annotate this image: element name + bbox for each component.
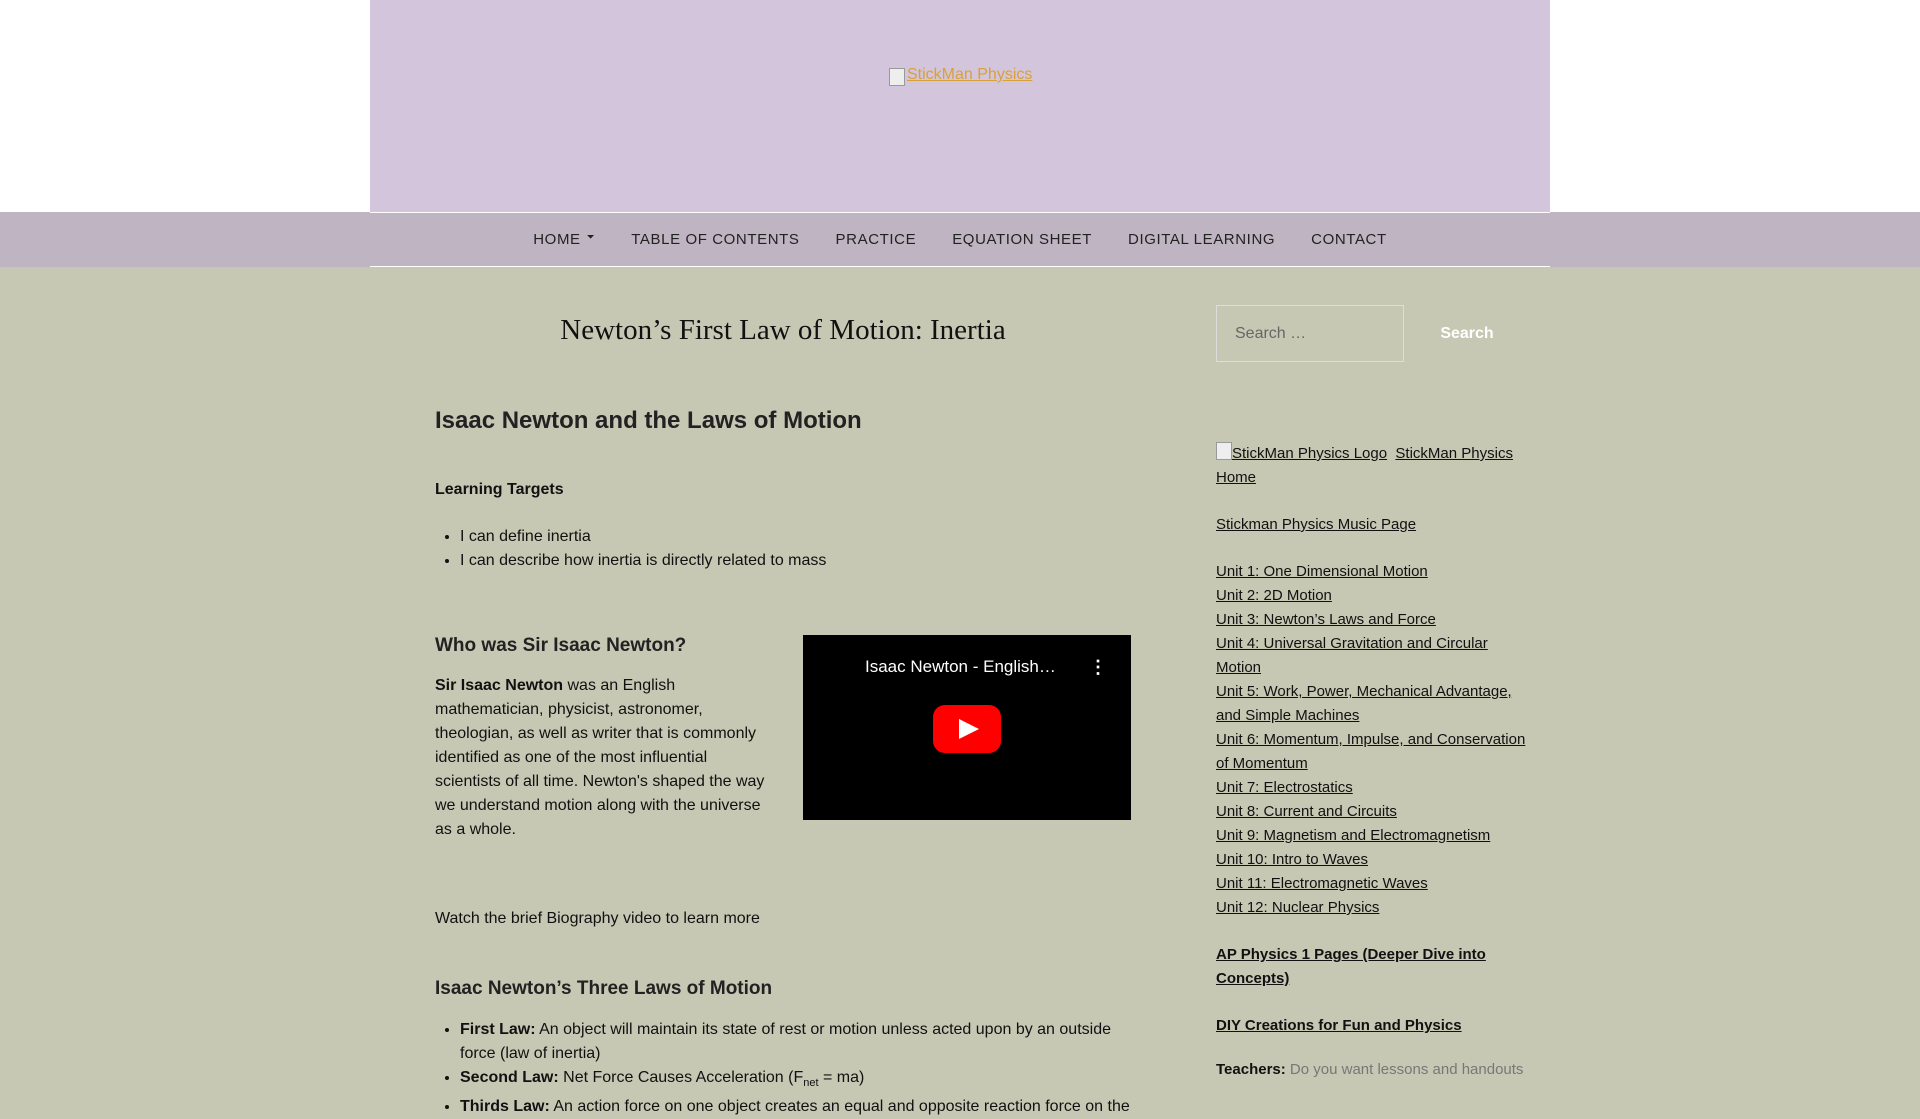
laws-heading: Isaac Newton’s Three Laws of Motion (435, 978, 773, 999)
page-title: Newton’s First Law of Motion: Inertia (560, 314, 1006, 346)
nav-item-contact[interactable]: CONTACT (1311, 231, 1387, 248)
main-nav: HOME ⏷ TABLE OF CONTENTS PRACTICE EQUATI… (370, 212, 1550, 267)
laws-list: First Law: An object will maintain its s… (435, 1018, 1131, 1119)
sidebar-unit-link[interactable]: Unit 2: 2D Motion (1216, 587, 1332, 604)
play-button[interactable] (933, 705, 1001, 753)
who-section: Who was Sir Isaac Newton? Sir Isaac Newt… (435, 635, 1131, 890)
who-bold-name: Sir Isaac Newton (435, 677, 564, 694)
sidebar-music-link[interactable]: Stickman Physics Music Page (1216, 516, 1416, 533)
site-header (370, 0, 1550, 212)
sidebar-unit-link[interactable]: Unit 8: Current and Circuits (1216, 803, 1397, 820)
list-item: I can describe how inertia is directly r… (460, 549, 1131, 573)
kebab-menu-icon[interactable]: ⋮ (1089, 657, 1107, 678)
law-label: First Law: (460, 1021, 536, 1038)
watch-video-text: Watch the brief Biography video to learn… (435, 910, 760, 927)
learning-targets-label: Learning Targets (435, 481, 564, 498)
who-paragraph: Sir Isaac Newton was an English mathemat… (435, 674, 770, 842)
nav-item-home[interactable]: HOME ⏷ (533, 231, 595, 248)
sidebar-logo-alt: StickMan Physics Logo (1232, 445, 1388, 462)
sidebar-unit-link[interactable]: Unit 1: One Dimensional Motion (1216, 563, 1428, 580)
sidebar-unit-link[interactable]: Unit 12: Nuclear Physics (1216, 899, 1379, 916)
list-item: First Law: An object will maintain its s… (460, 1018, 1131, 1066)
sidebar-unit-link[interactable]: Unit 4: Universal Gravitation and Circul… (1216, 635, 1488, 676)
search-input[interactable] (1216, 305, 1404, 362)
law-label: Thirds Law: (460, 1098, 550, 1116)
who-heading: Who was Sir Isaac Newton? (435, 635, 687, 656)
nav-item-digital-learning[interactable]: DIGITAL LEARNING (1128, 231, 1275, 248)
broken-image-icon (1216, 442, 1232, 460)
sidebar-ap-link[interactable]: AP Physics 1 Pages (Deeper Dive into Con… (1216, 946, 1486, 987)
learning-targets-list: I can define inertia I can describe how … (435, 525, 1131, 573)
sidebar-unit-link[interactable]: Unit 3: Newton’s Laws and Force (1216, 611, 1436, 628)
law-subscript: net (803, 1077, 819, 1090)
law-text: An object will maintain its state of res… (460, 1021, 1111, 1062)
sidebar-unit-link[interactable]: Unit 6: Momentum, Impulse, and Conservat… (1216, 731, 1525, 772)
sidebar-unit-link[interactable]: Unit 9: Magnetism and Electromagnetism (1216, 827, 1490, 844)
nav-item-table-of-contents[interactable]: TABLE OF CONTENTS (631, 231, 799, 248)
video-title[interactable]: Isaac Newton - English… (865, 657, 1056, 677)
sidebar-diy-link[interactable]: DIY Creations for Fun and Physics (1216, 1017, 1462, 1034)
sidebar-home-row: StickMan Physics Logo StickMan Physics H… (1216, 440, 1528, 490)
nav-item-home-label: HOME (533, 231, 581, 248)
list-item: Second Law: Net Force Causes Acceleratio… (460, 1066, 1131, 1095)
law-label: Second Law: (460, 1069, 559, 1086)
law-text: An action force on one object creates an… (549, 1098, 1130, 1116)
law-text: Net Force Causes Acceleration (F (558, 1069, 804, 1086)
sidebar-unit-link[interactable]: Unit 7: Electrostatics (1216, 779, 1353, 796)
who-body-text: was an English mathematician, physicist,… (435, 677, 765, 838)
search-form: Search (1216, 305, 1528, 362)
teachers-label: Teachers: (1216, 1061, 1286, 1078)
nav-item-practice[interactable]: PRACTICE (836, 231, 917, 248)
teachers-note: Teachers: Do you want lessons and handou… (1216, 1058, 1528, 1082)
search-button[interactable]: Search (1422, 305, 1512, 362)
sidebar-unit-link[interactable]: Unit 10: Intro to Waves (1216, 851, 1368, 868)
law-text: = ma) (818, 1069, 865, 1086)
nav-item-equation-sheet[interactable]: EQUATION SHEET (952, 231, 1092, 248)
teachers-text: Do you want lessons and handouts (1285, 1061, 1524, 1078)
video-embed[interactable]: Isaac Newton - English… ⋮ (803, 635, 1131, 820)
sidebar: Search StickMan Physics Logo StickMan Ph… (1216, 305, 1528, 1082)
list-item: Thirds Law: An action force on one objec… (460, 1095, 1131, 1119)
sidebar-unit-link[interactable]: Unit 11: Electromagnetic Waves (1216, 875, 1428, 892)
sidebar-logo-link[interactable]: StickMan Physics Logo (1216, 442, 1388, 462)
sidebar-unit-link[interactable]: Unit 5: Work, Power, Mechanical Advantag… (1216, 683, 1512, 724)
list-item: I can define inertia (460, 525, 1131, 549)
sidebar-links: StickMan Physics Logo StickMan Physics H… (1216, 440, 1528, 1082)
section-heading: Isaac Newton and the Laws of Motion (435, 407, 862, 434)
main-content: Newton’s First Law of Motion: Inertia Is… (435, 300, 1131, 1119)
who-text-block: Who was Sir Isaac Newton? Sir Isaac Newt… (435, 635, 770, 842)
broken-image-icon (889, 68, 905, 86)
chevron-down-icon: ⏷ (586, 232, 596, 243)
site-logo-link[interactable]: StickMan Physics (889, 66, 1033, 86)
site-logo-alt: StickMan Physics (907, 66, 1033, 83)
